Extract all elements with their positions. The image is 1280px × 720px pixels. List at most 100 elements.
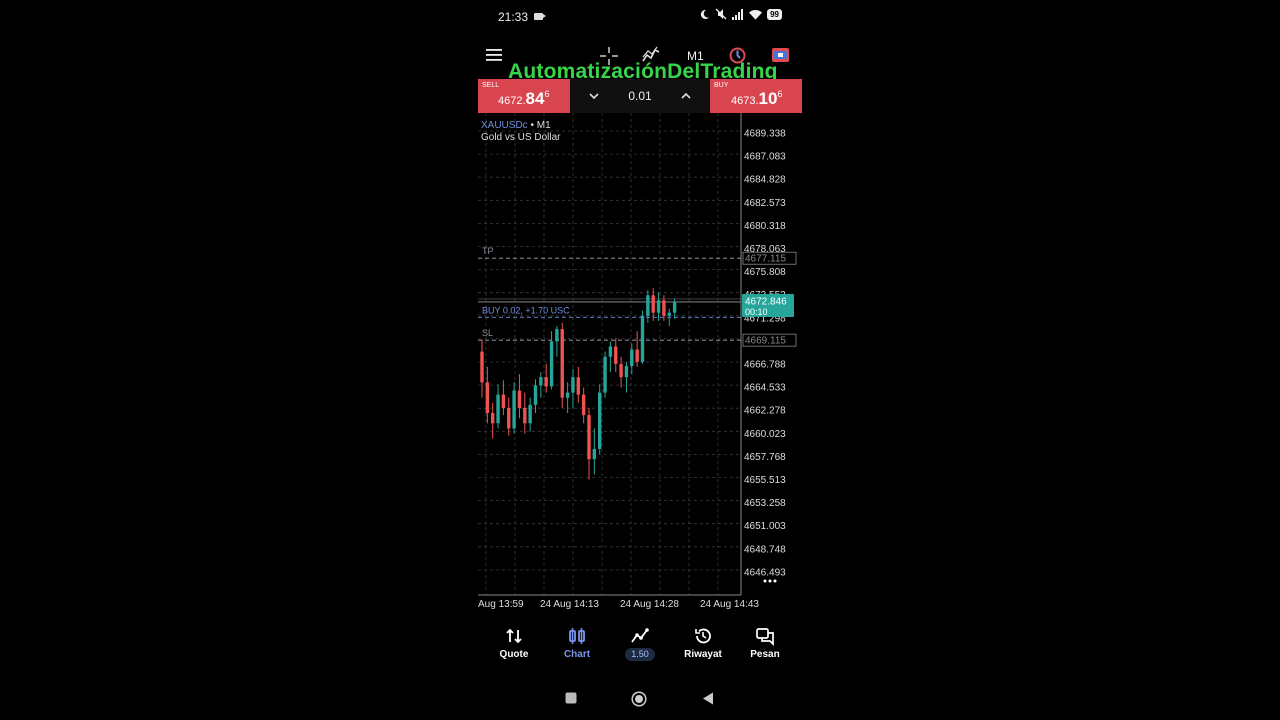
candle-body[interactable] bbox=[528, 404, 532, 424]
candle-body[interactable] bbox=[539, 377, 543, 386]
candle-body[interactable] bbox=[619, 363, 623, 378]
mute-icon bbox=[715, 8, 727, 20]
moon-icon bbox=[700, 9, 710, 19]
nav-quote[interactable]: Quote bbox=[482, 622, 546, 670]
price-tick-label: 4666.788 bbox=[744, 360, 786, 371]
symbol-name: XAUUSDc bbox=[481, 120, 528, 131]
candle-countdown: 00:10 bbox=[745, 307, 768, 317]
candle-body[interactable] bbox=[592, 448, 597, 460]
candle-body[interactable] bbox=[555, 329, 559, 342]
recents-icon[interactable] bbox=[565, 692, 577, 704]
candle-body[interactable] bbox=[549, 341, 554, 387]
symbol-description: Gold vs US Dollar bbox=[481, 132, 561, 143]
candle-body[interactable] bbox=[646, 295, 650, 316]
bottom-navigation: Quote Chart 1.50 Riwayat Pesan bbox=[478, 622, 802, 670]
price-chart[interactable]: 4689.338 4687.083 4684.828 4682.573 4680.318… bbox=[478, 113, 802, 613]
back-icon[interactable] bbox=[702, 692, 714, 705]
phone-screen: 21:33 99 M1 AutomatizaciónDelTrading SEL… bbox=[478, 0, 802, 720]
candle-body[interactable] bbox=[565, 392, 570, 398]
candle-body[interactable] bbox=[587, 415, 591, 460]
chart-icon bbox=[569, 628, 585, 644]
chart-canvas[interactable]: 4689.338 4687.083 4684.828 4682.573 4680.318… bbox=[478, 113, 802, 613]
candle-body[interactable] bbox=[496, 394, 500, 424]
time-tick-label: Aug 13:59 bbox=[478, 599, 524, 610]
more-options-dot[interactable] bbox=[763, 579, 767, 583]
screen-record-icon bbox=[534, 13, 546, 20]
nav-trade[interactable]: 1.50 bbox=[608, 622, 672, 670]
status-time: 21:33 bbox=[498, 10, 529, 24]
price-tick-label: 4648.748 bbox=[744, 544, 786, 555]
candle-body[interactable] bbox=[656, 300, 661, 313]
candle-body[interactable] bbox=[630, 349, 634, 366]
system-navigation bbox=[478, 688, 802, 712]
candle-body[interactable] bbox=[640, 315, 645, 362]
one-click-trade-panel: SELL 4672.846 0.01 BUY 4673.106 bbox=[478, 79, 802, 113]
status-icons: 99 bbox=[699, 8, 782, 20]
time-tick-label: 24 Aug 14:43 bbox=[700, 599, 759, 610]
candle-body[interactable] bbox=[672, 302, 677, 313]
candle-body[interactable] bbox=[662, 300, 666, 316]
price-tick-label: 4646.493 bbox=[744, 567, 786, 578]
candle-body[interactable] bbox=[608, 346, 613, 357]
buy-price-pips: 10 bbox=[758, 89, 778, 108]
candle-body[interactable] bbox=[560, 329, 564, 398]
nav-history-label: Riwayat bbox=[684, 649, 722, 660]
candle-body[interactable] bbox=[523, 407, 527, 424]
candle-body[interactable] bbox=[512, 390, 516, 429]
price-tick-label: 4657.768 bbox=[744, 452, 786, 463]
price-tick-label: 4660.023 bbox=[744, 429, 786, 440]
sl-price-label: 4669.115 bbox=[745, 336, 786, 347]
candle-body[interactable] bbox=[533, 385, 538, 405]
candle-body[interactable] bbox=[581, 394, 586, 416]
nav-history[interactable]: Riwayat bbox=[671, 622, 735, 670]
price-tick-label: 4664.533 bbox=[744, 383, 786, 394]
candle-body[interactable] bbox=[603, 356, 607, 393]
price-tick-label: 4682.573 bbox=[744, 198, 786, 209]
quote-icon bbox=[506, 628, 522, 644]
price-tick-label: 4689.338 bbox=[744, 129, 786, 140]
candle-body[interactable] bbox=[651, 295, 655, 313]
candle-body[interactable] bbox=[544, 377, 548, 387]
time-tick-label: 24 Aug 14:28 bbox=[620, 599, 679, 610]
battery-icon: 99 bbox=[767, 8, 782, 20]
sell-price-prefix: 4672. bbox=[498, 95, 526, 107]
candle-body[interactable] bbox=[635, 349, 639, 362]
price-tick-label: 4687.083 bbox=[744, 152, 786, 163]
nav-chart[interactable]: Chart bbox=[545, 622, 609, 670]
candle-body[interactable] bbox=[576, 377, 580, 395]
symbol-timeframe: • M1 bbox=[530, 120, 551, 131]
candle-body[interactable] bbox=[491, 413, 495, 424]
sell-button[interactable]: SELL 4672.846 bbox=[478, 79, 570, 113]
candle-body[interactable] bbox=[480, 351, 484, 383]
home-icon[interactable] bbox=[631, 691, 647, 707]
lot-size-control: 0.01 bbox=[570, 79, 710, 113]
nav-messages-label: Pesan bbox=[750, 649, 780, 660]
sell-price: 4672.846 bbox=[498, 89, 549, 109]
candle-body[interactable] bbox=[571, 377, 575, 393]
candle-body[interactable] bbox=[517, 390, 522, 408]
lot-increase-icon[interactable] bbox=[678, 88, 694, 104]
buy-button[interactable]: BUY 4673.106 bbox=[710, 79, 802, 113]
more-options-dot[interactable] bbox=[773, 579, 777, 583]
trade-balance-badge: 1.50 bbox=[625, 648, 655, 661]
nav-quote-label: Quote bbox=[499, 649, 529, 660]
buy-label: BUY bbox=[714, 82, 729, 89]
price-tick-label: 4675.808 bbox=[744, 267, 786, 278]
candle-body[interactable] bbox=[598, 392, 602, 449]
price-tick-label: 4655.513 bbox=[744, 475, 786, 486]
sell-label: SELL bbox=[482, 82, 500, 89]
more-options-dot[interactable] bbox=[768, 579, 772, 583]
current-price-label: 4672.846 bbox=[745, 296, 787, 307]
buy-price: 4673.106 bbox=[731, 89, 782, 109]
candle-body[interactable] bbox=[485, 382, 490, 414]
candle-body[interactable] bbox=[614, 346, 618, 364]
position-label: BUY 0.02, +1.70 USC bbox=[482, 305, 570, 315]
candle-body[interactable] bbox=[507, 407, 511, 429]
candle-body[interactable] bbox=[624, 365, 629, 378]
menu-icon[interactable] bbox=[486, 48, 502, 62]
nav-chart-label: Chart bbox=[563, 649, 591, 660]
nav-messages[interactable]: Pesan bbox=[733, 622, 797, 670]
candle-body[interactable] bbox=[667, 312, 671, 316]
price-tick-label: 4684.828 bbox=[744, 175, 786, 186]
candle-body[interactable] bbox=[501, 394, 506, 408]
